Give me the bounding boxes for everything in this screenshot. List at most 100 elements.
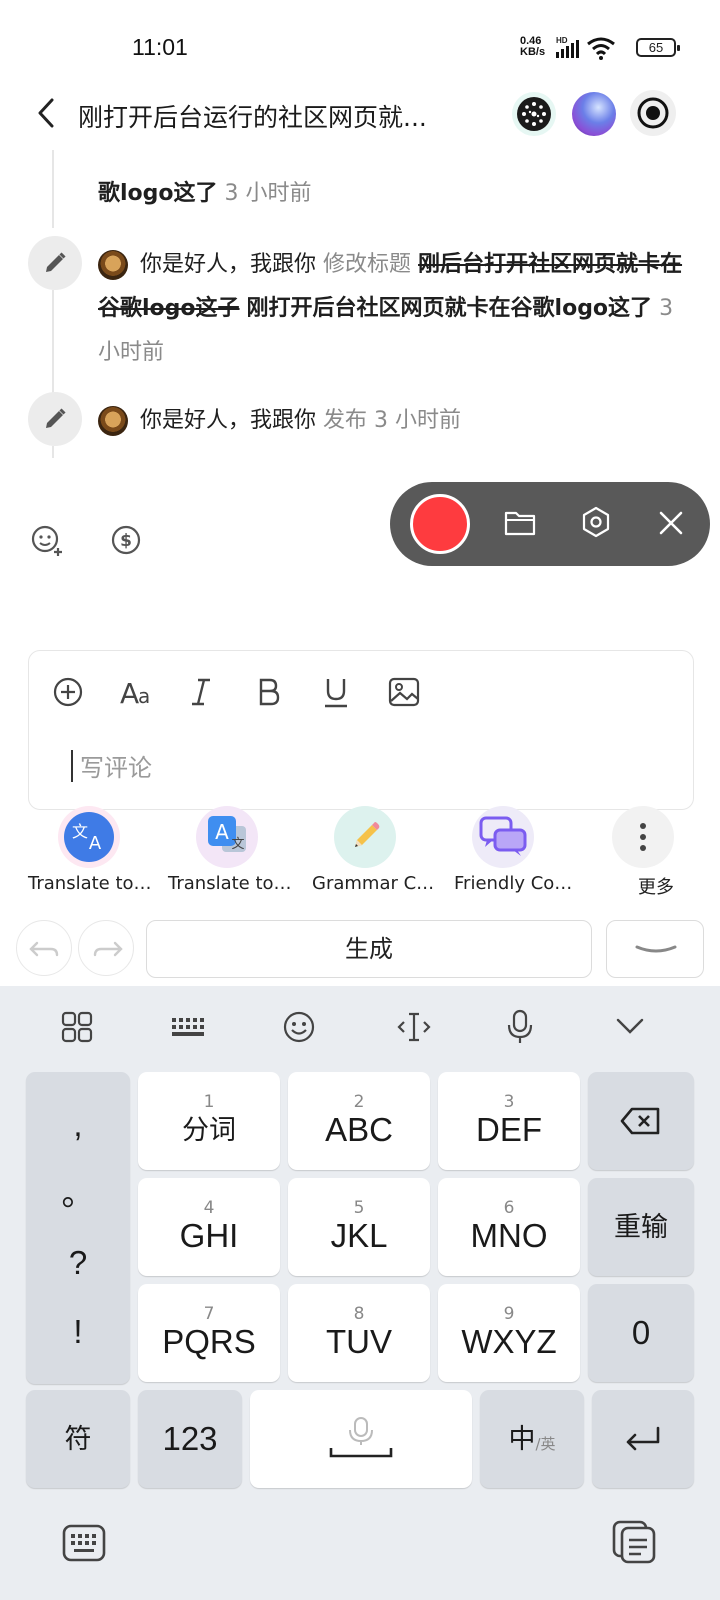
key-7[interactable]: 7 PQRS <box>138 1284 280 1382</box>
key-9[interactable]: 9 WXYZ <box>438 1284 580 1382</box>
undo-icon <box>29 941 59 957</box>
comment-input[interactable]: 写评论 <box>80 748 152 783</box>
key-exclamation[interactable]: ! <box>73 1313 82 1351</box>
timeline-line <box>52 290 54 398</box>
retype-key[interactable]: 重输 <box>588 1178 694 1276</box>
backspace-key[interactable] <box>588 1072 694 1170</box>
numbers-key[interactable]: 123 <box>138 1390 242 1488</box>
add-emoji-icon[interactable] <box>30 524 64 558</box>
symbols-key[interactable]: 符 <box>26 1390 130 1488</box>
activity-partial: 歌logo这了 3 小时前 <box>98 172 312 216</box>
edit-pencil-icon <box>28 236 82 290</box>
edit-pencil-icon <box>28 392 82 446</box>
friendly-tool[interactable] <box>472 806 534 868</box>
key-3[interactable]: 3 DEF <box>438 1072 580 1170</box>
keyboard-switch-icon[interactable] <box>62 1524 106 1562</box>
pencil-icon <box>355 822 380 847</box>
key-label: 重输 <box>614 1212 668 1242</box>
apps-grid-icon[interactable] <box>60 1010 94 1044</box>
image-icon[interactable] <box>388 676 420 708</box>
more-tools-button[interactable] <box>612 806 674 868</box>
record-target-icon[interactable] <box>630 90 676 136</box>
activity-user[interactable]: 你是好人，我跟你 <box>140 252 316 277</box>
key-number: 3 <box>503 1092 515 1112</box>
undo-button[interactable] <box>16 920 72 976</box>
key-label: ABC <box>325 1111 393 1148</box>
key-number: 8 <box>353 1304 365 1324</box>
hide-keyboard-chevron-icon[interactable] <box>614 1014 646 1038</box>
punctuation-column[interactable]: , 。 ? ! <box>26 1072 130 1384</box>
collapse-button[interactable] <box>606 920 704 978</box>
font-size-icon[interactable]: A a <box>120 676 156 708</box>
translate-tool-2[interactable]: A 文 <box>196 806 258 868</box>
signal-icon <box>556 40 579 58</box>
key-number: 2 <box>353 1092 365 1112</box>
svg-text:$: $ <box>120 531 132 551</box>
redo-button[interactable] <box>78 920 134 976</box>
key-period[interactable]: 。 <box>62 1175 95 1213</box>
activity-user[interactable]: 你是好人，我跟你 <box>140 408 316 433</box>
add-circle-icon[interactable] <box>52 676 84 708</box>
chat-bubbles-icon <box>479 816 527 856</box>
redo-icon <box>93 941 123 957</box>
keyboard-layout-icon[interactable] <box>170 1012 206 1042</box>
key-label: 中 <box>508 1424 536 1454</box>
key-4[interactable]: 4 GHI <box>138 1178 280 1276</box>
timeline-line <box>52 150 54 228</box>
comment-editor <box>28 650 694 810</box>
key-6[interactable]: 6 MNO <box>438 1178 580 1276</box>
partial-title: 歌logo这了 <box>98 181 218 206</box>
key-5[interactable]: 5 JKL <box>288 1178 430 1276</box>
key-number: 6 <box>503 1198 515 1218</box>
record-button[interactable] <box>410 494 470 554</box>
microphone-icon[interactable] <box>506 1008 534 1046</box>
timeline-line <box>52 446 54 458</box>
tool-label: Translate to… <box>168 873 292 894</box>
key-number: 4 <box>203 1198 215 1218</box>
underline-icon[interactable] <box>322 676 350 710</box>
app-orb-icon[interactable] <box>512 92 556 136</box>
key-2[interactable]: 2 ABC <box>288 1072 430 1170</box>
key-question[interactable]: ? <box>69 1244 87 1282</box>
settings-hex-icon[interactable] <box>580 506 612 538</box>
close-icon[interactable] <box>658 510 684 536</box>
key-label: 0 <box>631 1314 651 1351</box>
italic-icon[interactable] <box>188 676 214 708</box>
network-speed: 0.46 KB/s <box>520 36 545 58</box>
key-label: 分词 <box>182 1115 236 1145</box>
tip-dollar-icon[interactable]: $ <box>110 524 142 556</box>
key-label: 123 <box>162 1420 218 1457</box>
key-label: GHI <box>179 1217 239 1254</box>
key-comma[interactable]: , <box>73 1106 82 1144</box>
key-8[interactable]: 8 TUV <box>288 1284 430 1382</box>
tool-label: Friendly Co… <box>454 873 573 894</box>
tool-label: Translate to… <box>28 873 152 894</box>
emoji-icon[interactable] <box>282 1010 316 1044</box>
back-arrow-icon[interactable] <box>34 96 58 130</box>
svg-text:A: A <box>215 820 229 844</box>
svg-text:A: A <box>120 677 139 708</box>
key-1[interactable]: 1 分词 <box>138 1072 280 1170</box>
key-label: PQRS <box>162 1323 256 1360</box>
grammar-tool[interactable] <box>334 806 396 868</box>
text-cursor-move-icon[interactable] <box>396 1010 432 1044</box>
key-number: 7 <box>203 1304 215 1324</box>
activity-time: 3 小时前 <box>374 408 462 433</box>
language-switch-key[interactable]: 中 /英 <box>480 1390 584 1488</box>
svg-text:A: A <box>89 833 102 854</box>
bold-icon[interactable] <box>256 676 282 708</box>
generate-button[interactable]: 生成 <box>146 920 592 978</box>
svg-text:文: 文 <box>72 822 88 841</box>
avatar-planet-icon[interactable] <box>572 92 616 136</box>
translate-tool-1[interactable]: 文 A <box>58 806 120 868</box>
tool-label: Grammar C… <box>312 873 435 894</box>
user-avatar[interactable] <box>98 406 128 436</box>
enter-key[interactable] <box>592 1390 694 1488</box>
zero-key[interactable]: 0 <box>588 1284 694 1382</box>
clipboard-icon[interactable] <box>612 1520 658 1564</box>
folder-icon[interactable] <box>504 508 536 536</box>
status-time: 11:01 <box>132 34 188 60</box>
activity-action: 修改标题 <box>323 252 412 277</box>
space-key[interactable] <box>250 1390 472 1488</box>
enter-icon <box>626 1426 660 1451</box>
